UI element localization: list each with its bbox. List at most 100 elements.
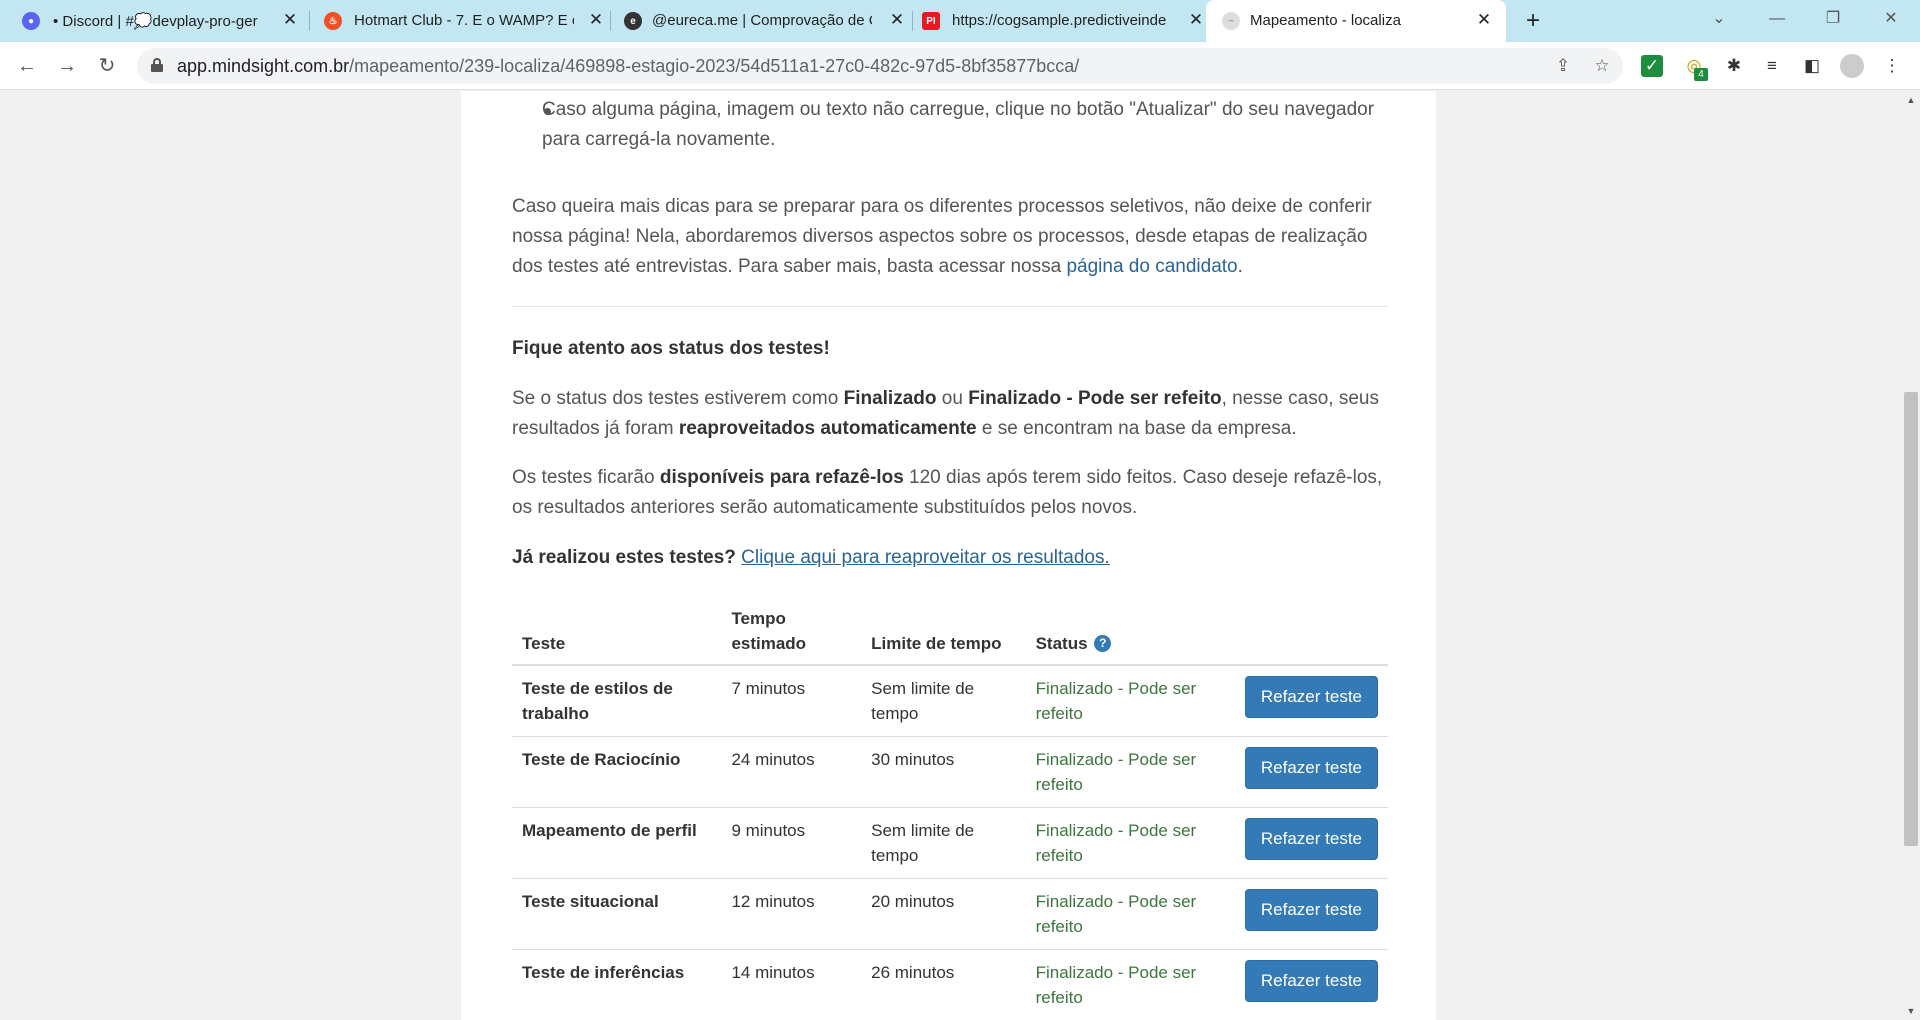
tab-title: @eureca.me | Comprovação de C [652,12,872,29]
status-heading: Fique atento aos status dos testes! [512,338,830,359]
profile-avatar[interactable] [1840,54,1864,78]
col-header-action [1234,598,1388,666]
col-header-test: Teste [512,598,722,666]
test-name: Teste de Raciocínio [512,736,722,808]
tab-search-icon[interactable]: ⌄ [1704,6,1734,32]
para2-text-a: Os testes ficarão [512,467,660,488]
para1-text-c: ou [936,388,969,409]
table-row: Teste de Raciocínio 24 minutos 30 minuto… [512,736,1388,808]
action-cell: Refazer teste [1234,664,1388,737]
status-paragraph-2: Os testes ficarão disponíveis para refaz… [512,463,1392,523]
share-icon[interactable]: ⇪ [1552,55,1574,77]
redo-test-button[interactable]: Refazer teste [1244,818,1378,860]
test-name: Teste de estilos de trabalho [512,664,722,737]
tab-cogsample[interactable]: PI https://cogsample.predictiveinde ✕ [912,0,1206,42]
pi-icon: PI [922,12,940,30]
available-to-redo: disponíveis para refazê-los [659,467,904,488]
test-time: 12 minutos [721,878,862,950]
table-row: Teste de inferências 14 minutos 26 minut… [512,949,1388,1020]
menu-kebab-icon[interactable]: ⋮ [1880,54,1904,78]
reuse-question: Já realizou estes testes? [512,547,736,568]
redo-test-button[interactable]: Refazer teste [1244,676,1378,718]
table-row: Mapeamento de perfil 9 minutos Sem limit… [512,807,1388,879]
test-time: 9 minutos [721,807,862,879]
back-icon[interactable]: ← [13,52,41,80]
test-limit: 30 minutos [861,736,1026,808]
redo-test-button[interactable]: Refazer teste [1244,889,1378,931]
status-paragraph-1: Se o status dos testes estiverem como Fi… [512,384,1392,444]
test-name: Mapeamento de perfil [512,807,722,879]
help-question-icon[interactable]: ? [1094,635,1112,652]
tab-title: Hotmart Club - 7. E o WAMP? E o [354,12,574,29]
lock-icon[interactable] [151,58,163,72]
checkmark-extension-icon[interactable]: ✓ [1641,55,1663,77]
scroll-down-arrow[interactable]: ▼ [1902,1003,1920,1019]
address-bar[interactable]: app.mindsight.com.br/mapeamento/239-loca… [137,48,1623,84]
col-header-status: Status ? [1025,598,1235,666]
action-cell: Refazer teste [1234,878,1388,950]
browser-toolbar: ← → ↻ app.mindsight.com.br/mapeamento/23… [0,42,1920,90]
bookmark-star-icon[interactable]: ☆ [1591,55,1613,77]
tab-strip: ● • Discord | #💭devplay-pro-ger ✕ ♨ Hotm… [0,0,1920,42]
tab-hotmart[interactable]: ♨ Hotmart Club - 7. E o WAMP? E o ✕ [306,0,610,42]
tab-eureca[interactable]: e @eureca.me | Comprovação de C ✕ [610,0,912,42]
hotmart-icon: ♨ [324,12,342,30]
url-path: /mapeamento/239-localiza/469898-estagio-… [349,56,1080,76]
url-host: app.mindsight.com.br [177,56,350,76]
close-tab-icon[interactable]: ✕ [1474,10,1494,30]
test-status: Finalizado - Pode ser refeito [1025,664,1235,737]
test-status: Finalizado - Pode ser refeito [1025,736,1235,808]
puzzle-extensions-icon[interactable]: ✱ [1722,54,1746,78]
close-window-button[interactable]: ✕ [1876,6,1906,32]
close-tab-icon[interactable]: ✕ [1186,10,1206,30]
test-limit: Sem limite de tempo [861,664,1026,737]
action-cell: Refazer teste [1234,807,1388,879]
test-limit: 20 minutos [861,878,1026,950]
test-time: 14 minutos [721,949,862,1020]
close-tab-icon[interactable]: ✕ [280,10,300,30]
col-header-time: Tempo estimado [721,598,862,666]
col-header-limit: Limite de tempo [861,598,1026,666]
side-panel-icon[interactable]: ◧ [1800,54,1824,78]
close-tab-icon[interactable]: ✕ [586,10,606,30]
discord-icon: ● [22,12,40,30]
close-tab-icon[interactable]: ✕ [887,10,907,30]
test-status: Finalizado - Pode ser refeito [1025,807,1235,879]
para1-text-a: Se o status dos testes estiverem como [512,388,844,409]
action-cell: Refazer teste [1234,949,1388,1020]
status-finalizado-refeito: Finalizado - Pode ser refeito [968,388,1222,409]
test-time: 7 minutos [721,664,862,737]
tests-table: Teste Tempo estimado Limite de tempo Sta… [512,598,1388,1020]
action-cell: Refazer teste [1234,736,1388,808]
new-tab-button[interactable]: + [1518,6,1548,36]
test-status: Finalizado - Pode ser refeito [1025,878,1235,950]
mindsight-icon: ~ [1222,12,1240,30]
test-limit: 26 minutos [861,949,1026,1020]
table-row: Teste situacional 12 minutos 20 minutos … [512,878,1388,950]
tips-period: . [1237,256,1243,277]
test-status: Finalizado - Pode ser refeito [1025,949,1235,1020]
extension-badge: 4 [1694,68,1708,81]
para1-text-e: e se encontram na base da empresa. [976,418,1297,439]
media-playlist-icon[interactable]: ≡ [1760,54,1784,78]
minimize-button[interactable]: — [1762,6,1792,32]
tab-discord[interactable]: ● • Discord | #💭devplay-pro-ger ✕ [0,0,306,42]
forward-icon[interactable]: → [53,52,81,80]
redo-test-button[interactable]: Refazer teste [1244,747,1378,789]
refresh-instruction: Caso alguma página, imagem ou texto não … [542,99,1375,150]
table-header-row: Teste Tempo estimado Limite de tempo Sta… [512,598,1388,666]
tab-mapeamento[interactable]: ~ Mapeamento - localiza ✕ [1206,0,1506,42]
status-finalizado: Finalizado [843,388,937,409]
reload-icon[interactable]: ↻ [93,52,121,80]
tips-paragraph: Caso queira mais dicas para se preparar … [512,192,1392,282]
candidate-page-link[interactable]: página do candidato [1066,256,1237,277]
reused-automatically: reaproveitados automaticamente [678,418,977,439]
scroll-up-arrow[interactable]: ▲ [1902,92,1920,108]
redo-test-button[interactable]: Refazer teste [1244,960,1378,1002]
status-header-label: Status [1035,634,1088,653]
tab-title: https://cogsample.predictiveinde [952,12,1167,29]
restore-button[interactable]: ❐ [1818,6,1848,32]
scrollbar-thumb[interactable] [1904,392,1918,846]
reuse-results-link[interactable]: Clique aqui para reaproveitar os resulta… [741,547,1110,568]
url-text[interactable]: app.mindsight.com.br/mapeamento/239-loca… [177,56,1079,77]
